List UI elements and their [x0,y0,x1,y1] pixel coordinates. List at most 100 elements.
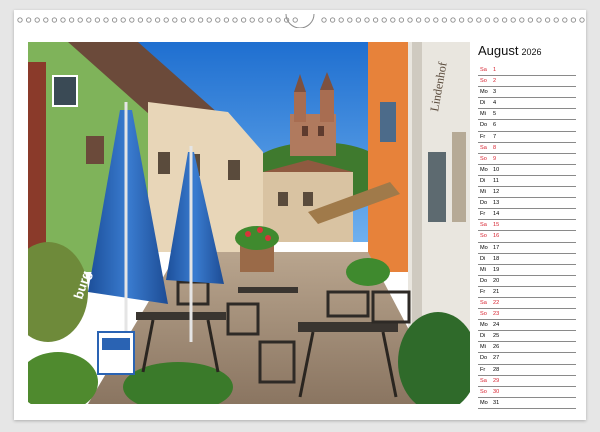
binding-hole [501,17,508,23]
calendar-day-row: Mo 31 [478,398,576,409]
binding-hole [240,17,247,23]
binding-hole [562,17,568,23]
binding-hole [355,17,362,23]
day-number: 19 [493,266,500,273]
weekday-label: Do [480,122,488,129]
day-number: 10 [493,166,500,173]
binding-hole [146,17,152,23]
calendar-day-row: Fr 21 [478,287,576,298]
binding-hole [86,17,92,23]
binding-rings-icon [17,14,585,28]
weekday-label: Mi [480,189,486,196]
binding-hole [329,17,336,23]
binding-hole [189,17,195,23]
day-number: 5 [493,111,497,118]
day-number: 27 [493,355,500,362]
calendar-day-row: Fr 14 [478,209,576,221]
calendar-day-row: Mi 19 [478,265,576,276]
binding-hole [407,17,413,23]
weekday-label: Sa [480,67,487,73]
binding-hole [579,17,585,23]
weekday-label: Do [480,277,488,284]
binding-hole [258,17,264,23]
binding-hole [51,17,58,23]
day-number: 30 [493,388,500,395]
weekday-label: Fr [480,133,486,140]
binding-hole [249,17,255,23]
calendar-day-row: Di 11 [478,176,576,188]
year-title: 2026 [521,47,542,57]
weekday-label: Mo [480,166,488,173]
day-number: 6 [493,122,497,129]
photo-street-cafe: Lindenhof burg [28,42,470,404]
binding-hole [266,17,273,23]
binding-hole [338,17,344,23]
binding-hole [321,17,327,23]
day-number: 1 [493,67,497,73]
day-number: 14 [493,211,500,218]
calendar-day-row: Mo 3 [478,87,576,99]
day-number: 31 [493,399,500,406]
weekday-label: Do [480,355,488,362]
calendar-day-row: So 23 [478,309,576,321]
binding-hole [476,17,482,23]
day-number: 21 [493,288,500,295]
binding-hole [433,17,439,23]
day-number: 17 [493,244,500,251]
binding-hole [544,17,551,23]
binding-hole [163,17,169,23]
weekday-label: So [480,155,487,162]
day-number: 11 [493,177,499,184]
binding-hole [34,17,40,23]
day-number: 7 [493,133,497,140]
binding-hole [450,17,456,23]
spiral-binding [14,14,586,28]
weekday-label: So [480,311,487,318]
binding-hole [223,17,230,23]
weekday-label: Sa [480,377,487,384]
weekday-label: Mi [480,111,486,118]
day-number: 20 [493,277,500,284]
calendar-day-row: Fr 28 [478,365,576,376]
calendar-day-row: Mo 10 [478,165,576,176]
calendar-day-row: Di 4 [478,98,576,110]
day-number: 8 [493,144,497,151]
month-calendar: August 2026 Sa 1 So 2 Mo 3 Di 4 Mi 5 Do 6 Fr 7 Sa 8 So 9 Mo… [478,40,576,409]
day-number: 12 [493,189,500,196]
binding-hole [60,17,66,23]
day-number: 15 [493,222,500,229]
weekday-label: Fr [480,366,486,373]
binding-hole [347,17,353,23]
calendar-day-row: Sa 8 [478,143,576,154]
weekday-label: Mo [480,399,488,406]
calendar-day-row: Mo 24 [478,320,576,332]
binding-hole [570,17,577,23]
weekday-label: Sa [480,144,487,151]
calendar-day-row: Sa 15 [478,220,576,232]
weekday-label: Mi [480,266,486,273]
calendar-day-row: Fr 7 [478,132,576,143]
binding-hole [415,17,422,23]
binding-hole [510,17,516,23]
calendar-day-row: Do 20 [478,276,576,287]
binding-hole [180,17,187,23]
calendar-day-row: Sa 1 [478,65,576,77]
calendar-day-row: Do 6 [478,120,576,132]
weekday-label: Sa [480,299,487,306]
calendar-day-row: Mi 12 [478,187,576,199]
binding-hole [519,17,525,23]
binding-hole [137,17,144,23]
calendar-day-row: Mi 5 [478,109,576,121]
calendar-page: Lindenhof burg August 2026 Sa 1 So 2 Mo … [14,10,586,420]
binding-hole [364,17,370,23]
binding-hole [372,17,379,23]
binding-hole [68,17,75,23]
weekday-label: Mo [480,89,488,96]
hanger-notch [285,14,315,28]
weekday-label: Fr [480,288,486,295]
binding-hole [493,17,499,23]
binding-hole [129,17,135,23]
day-number: 22 [493,299,500,306]
binding-hole [398,17,405,23]
calendar-day-row: So 16 [478,231,576,243]
